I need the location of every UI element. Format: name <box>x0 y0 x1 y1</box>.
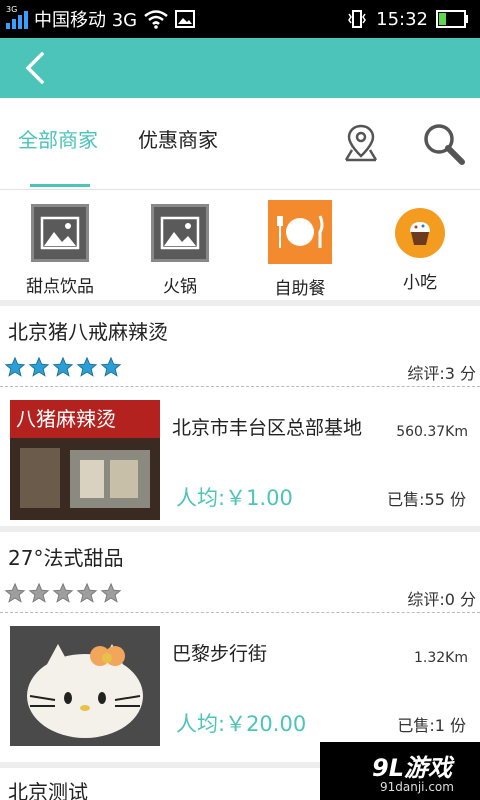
category-buffet[interactable]: 自助餐 <box>240 200 360 299</box>
star-empty-icon <box>4 582 26 603</box>
dashed-separator <box>0 612 480 613</box>
star-filled-icon <box>28 356 50 377</box>
gallery-icon <box>175 10 196 28</box>
category-row: 甜点饮品 火锅 自助餐 小吃 <box>0 192 480 300</box>
rating-stars <box>4 356 122 378</box>
category-label: 自助餐 <box>274 279 326 299</box>
watermark-main: 9L游戏 <box>372 754 452 782</box>
category-hotpot[interactable]: 火锅 <box>120 200 240 297</box>
watermark-sub: 91danji.com <box>380 780 454 794</box>
category-desserts[interactable]: 甜点饮品 <box>0 200 120 297</box>
shop-card[interactable]: 27°法式甜品 综评:0 分 巴黎步行街 1.32Km 人均:￥20.00 已售… <box>0 532 480 762</box>
vibrate-icon <box>348 10 367 28</box>
search-icon[interactable] <box>420 120 466 166</box>
battery-icon <box>436 10 468 28</box>
star-empty-icon <box>52 582 74 603</box>
star-filled-icon <box>100 356 122 377</box>
sold-count: 已售:55 份 <box>387 490 466 509</box>
map-location-icon[interactable] <box>338 120 384 166</box>
app-header <box>0 38 480 98</box>
carrier-label: 中国移动 3G <box>34 10 138 31</box>
clock: 15:32 <box>376 8 428 30</box>
status-bar: 3G 中国移动 3G 15:32 <box>0 0 480 38</box>
shop-card[interactable]: 北京猪八戒麻辣烫 综评:3 分 八猪麻辣烫 北京市丰台区总部基地 560.37K… <box>0 306 480 526</box>
star-filled-icon <box>76 356 98 377</box>
tab-deal-merchants[interactable]: 优惠商家 <box>138 124 218 153</box>
star-empty-icon <box>100 582 122 603</box>
rating-stars <box>4 582 122 604</box>
plate-fork-knife-icon <box>268 200 332 264</box>
back-arrow-icon[interactable] <box>18 48 58 88</box>
star-empty-icon <box>28 582 50 603</box>
shop-distance: 560.37Km <box>396 424 468 440</box>
sold-count: 已售:1 份 <box>397 716 466 735</box>
shop-name: 北京测试 <box>8 780 88 800</box>
shop-distance: 1.32Km <box>414 650 468 666</box>
avg-price: 人均:￥1.00 <box>176 486 293 510</box>
shop-sign-text: 八猪麻辣烫 <box>16 407 116 431</box>
star-empty-icon <box>76 582 98 603</box>
cupcake-icon <box>395 208 445 258</box>
tab-all-merchants[interactable]: 全部商家 <box>18 124 98 153</box>
shop-name: 27°法式甜品 <box>8 546 124 570</box>
star-filled-icon <box>52 356 74 377</box>
signal-icon: 3G <box>6 5 28 29</box>
shop-name: 北京猪八戒麻辣烫 <box>8 320 168 344</box>
watermark-logo: 9L游戏 91danji.com <box>320 742 480 800</box>
merchant-tabs: 全部商家 优惠商家 <box>0 98 480 190</box>
shop-photo <box>10 626 160 746</box>
category-label: 甜点饮品 <box>26 277 94 297</box>
image-placeholder-icon <box>31 204 89 262</box>
shop-photo: 八猪麻辣烫 <box>10 400 160 520</box>
shop-score: 综评:3 分 <box>407 364 476 383</box>
avg-price: 人均:￥20.00 <box>176 712 307 736</box>
star-filled-icon <box>4 356 26 377</box>
active-tab-indicator <box>30 184 90 187</box>
network-type-label: 3G <box>6 5 18 14</box>
category-label: 火锅 <box>163 277 197 297</box>
shop-address: 巴黎步行街 <box>172 643 268 665</box>
category-label: 小吃 <box>403 273 437 293</box>
shop-score: 综评:0 分 <box>407 590 476 609</box>
dashed-separator <box>0 386 480 387</box>
image-placeholder-icon <box>151 204 209 262</box>
wifi-icon <box>144 10 168 29</box>
shop-address: 北京市丰台区总部基地 <box>172 417 363 439</box>
category-snacks[interactable]: 小吃 <box>360 200 480 293</box>
